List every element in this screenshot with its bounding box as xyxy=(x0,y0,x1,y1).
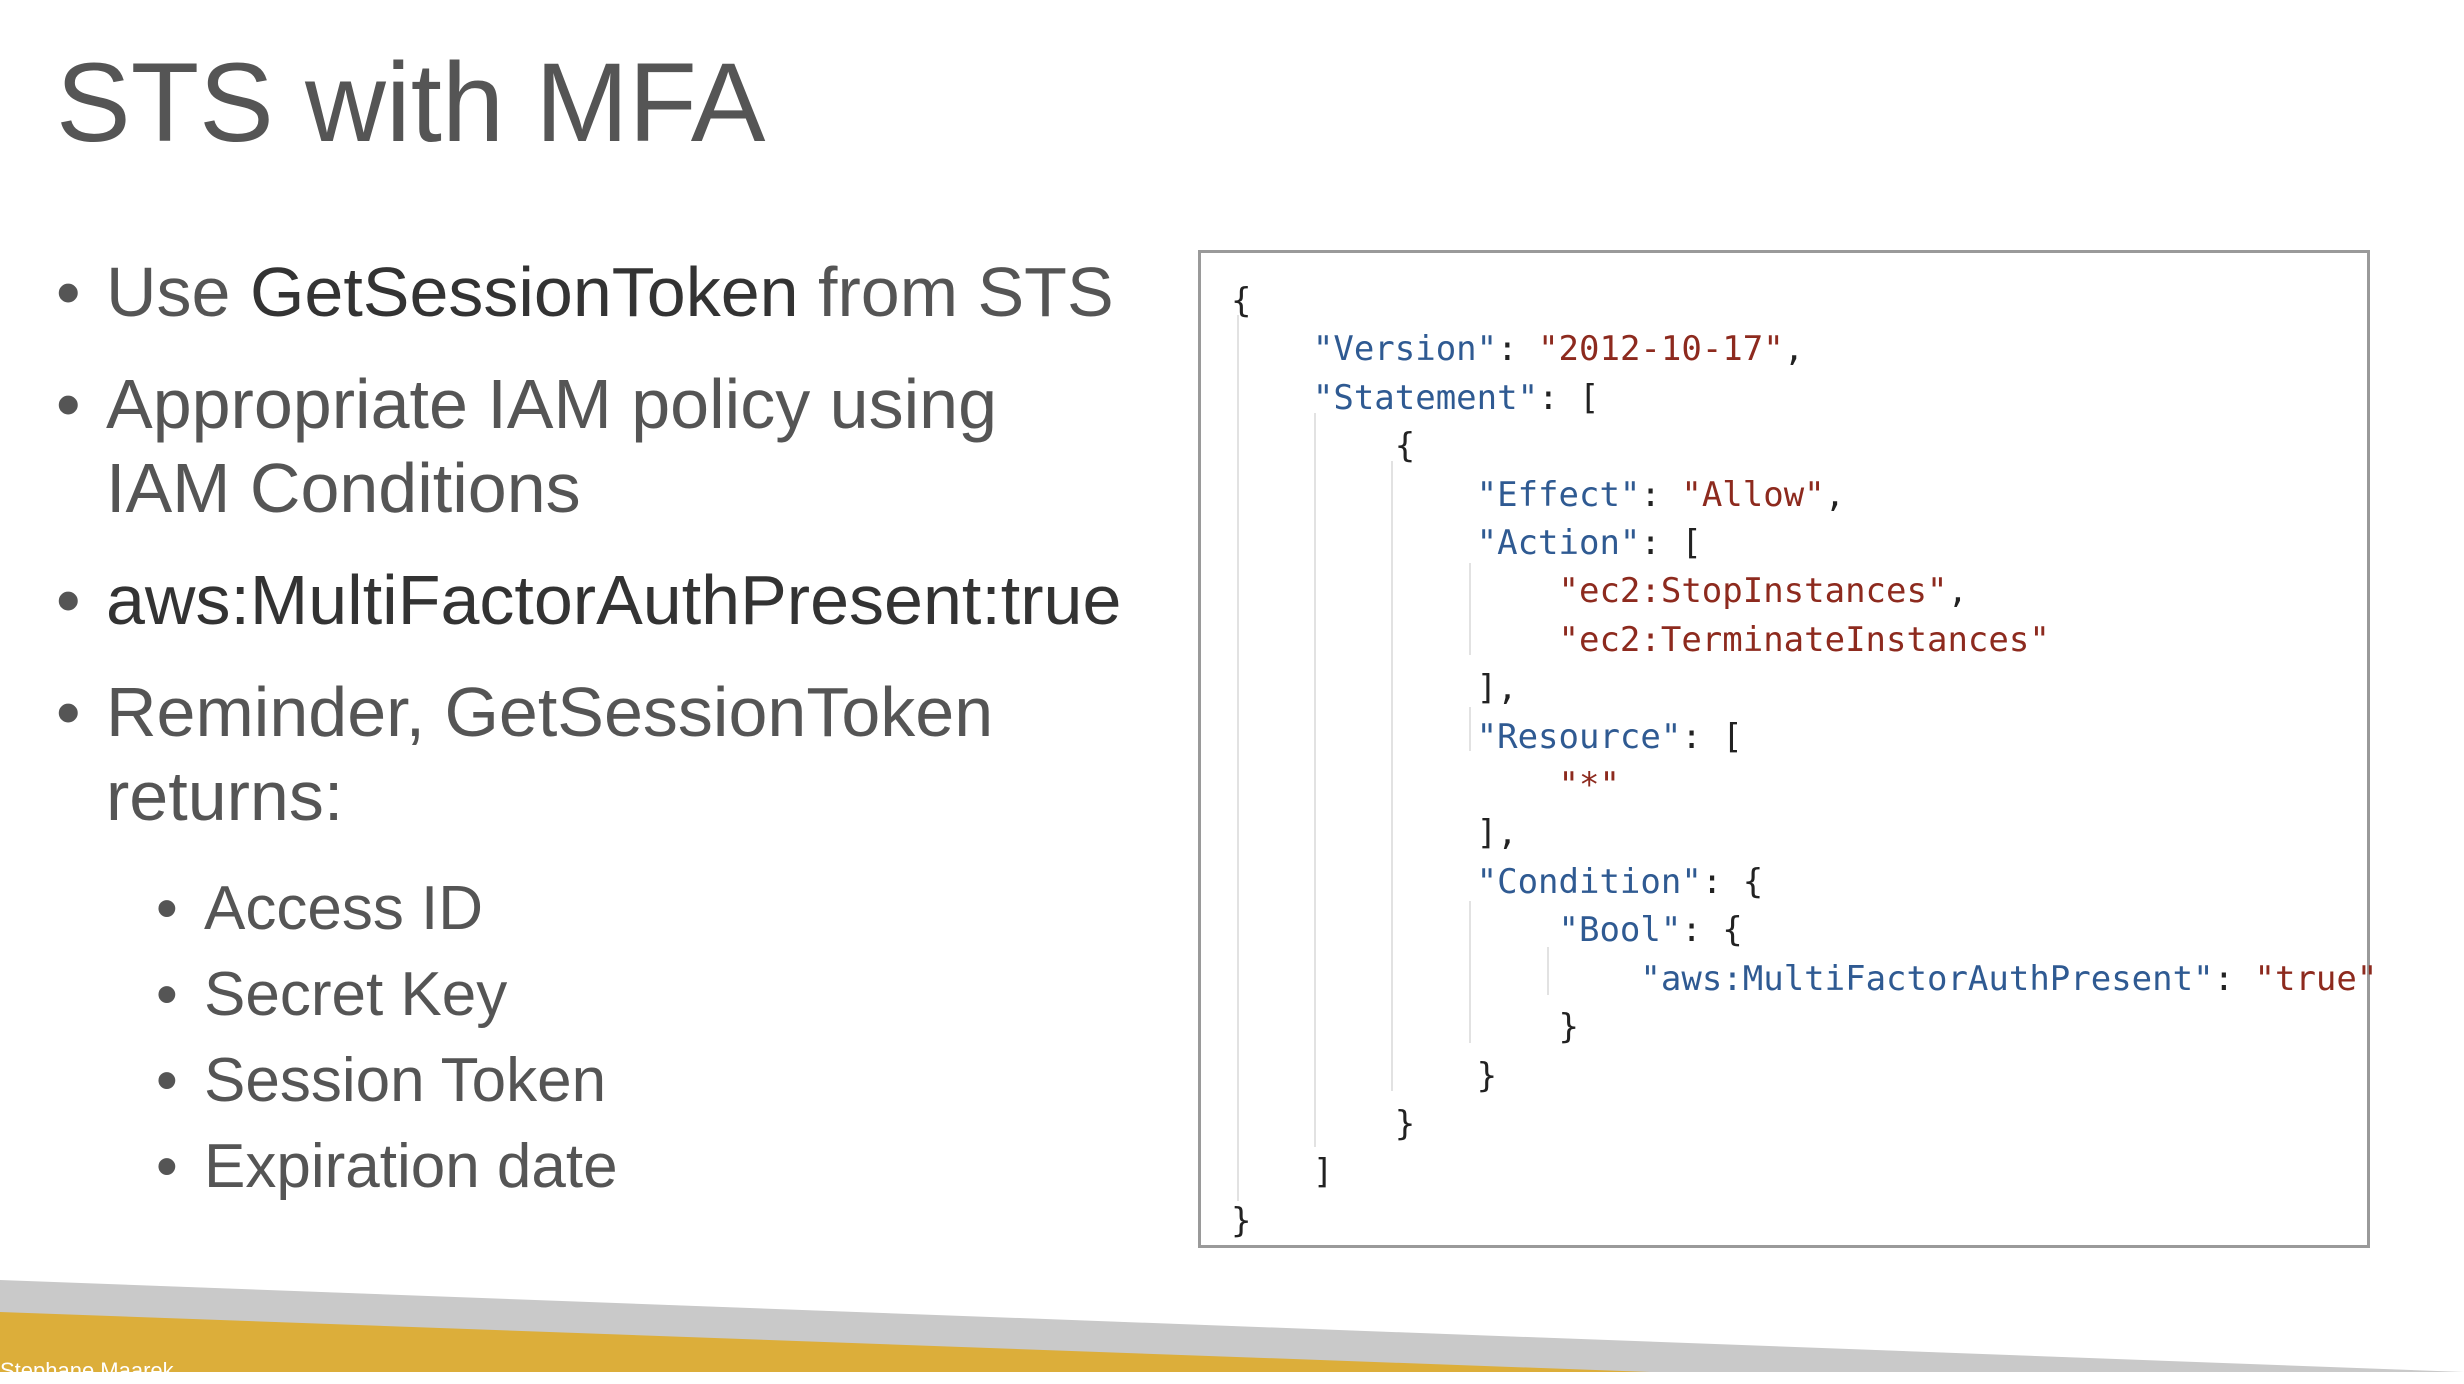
json-key: "Effect" xyxy=(1476,474,1641,515)
bullet-line-1: Reminder, GetSessionToken xyxy=(106,673,994,751)
bullet-line-1: Appropriate IAM policy using xyxy=(106,365,997,443)
json-key: "Version" xyxy=(1312,329,1498,370)
bullet-get-session-token: Use GetSessionToken from STS xyxy=(56,250,1176,334)
json-key: "Bool" xyxy=(1558,910,1682,951)
json-string: "true" xyxy=(2254,958,2378,999)
policy-json: { "Version": "2012-10-17", "Statement": … xyxy=(1231,281,2378,1241)
bullet-mfa-condition: aws:MultiFactorAuthPresent:true xyxy=(56,558,1176,642)
json-string: "ec2:TerminateInstances" xyxy=(1558,619,2050,660)
bullet-mfa-text: aws:MultiFactorAuthPresent:true xyxy=(106,561,1122,639)
returns-item-session-token: Session Token xyxy=(156,1038,1176,1124)
bullet-iam-policy: Appropriate IAM policy using IAM Conditi… xyxy=(56,362,1176,530)
returns-item-access-id: Access ID xyxy=(156,866,1176,952)
returns-list: Access ID Secret Key Session Token Expir… xyxy=(56,866,1176,1210)
json-key: "Resource" xyxy=(1476,716,1682,757)
json-key: "Action" xyxy=(1476,523,1641,564)
json-string: "*" xyxy=(1558,765,1620,806)
bottom-decorative-band xyxy=(0,1280,2464,1372)
returns-item-secret-key: Secret Key xyxy=(156,952,1176,1038)
json-key: "Statement" xyxy=(1312,377,1539,418)
policy-code-box: { "Version": "2012-10-17", "Statement": … xyxy=(1198,250,2377,1248)
bullet-text-suffix: from STS xyxy=(798,253,1114,331)
bullet-reminder: Reminder, GetSessionToken returns: xyxy=(56,670,1176,838)
bullet-text-emphasis: GetSessionToken xyxy=(249,253,799,331)
slide-title: STS with MFA xyxy=(56,40,766,165)
bullet-list: Use GetSessionToken from STS Appropriate… xyxy=(56,250,1176,1210)
json-string: "2012-10-17" xyxy=(1538,329,1784,370)
bullet-line-2: returns: xyxy=(106,757,344,835)
footer-author: Stephane Maarek xyxy=(0,1358,174,1383)
returns-item-expiration-date: Expiration date xyxy=(156,1124,1176,1210)
json-string: "ec2:StopInstances" xyxy=(1558,571,1948,612)
json-key: "aws:MultiFactorAuthPresent" xyxy=(1640,958,2214,999)
bullet-line-2: IAM Conditions xyxy=(106,449,581,527)
bullet-text-prefix: Use xyxy=(106,253,250,331)
json-key: "Condition" xyxy=(1476,861,1702,902)
json-string: "Allow" xyxy=(1681,474,1825,515)
